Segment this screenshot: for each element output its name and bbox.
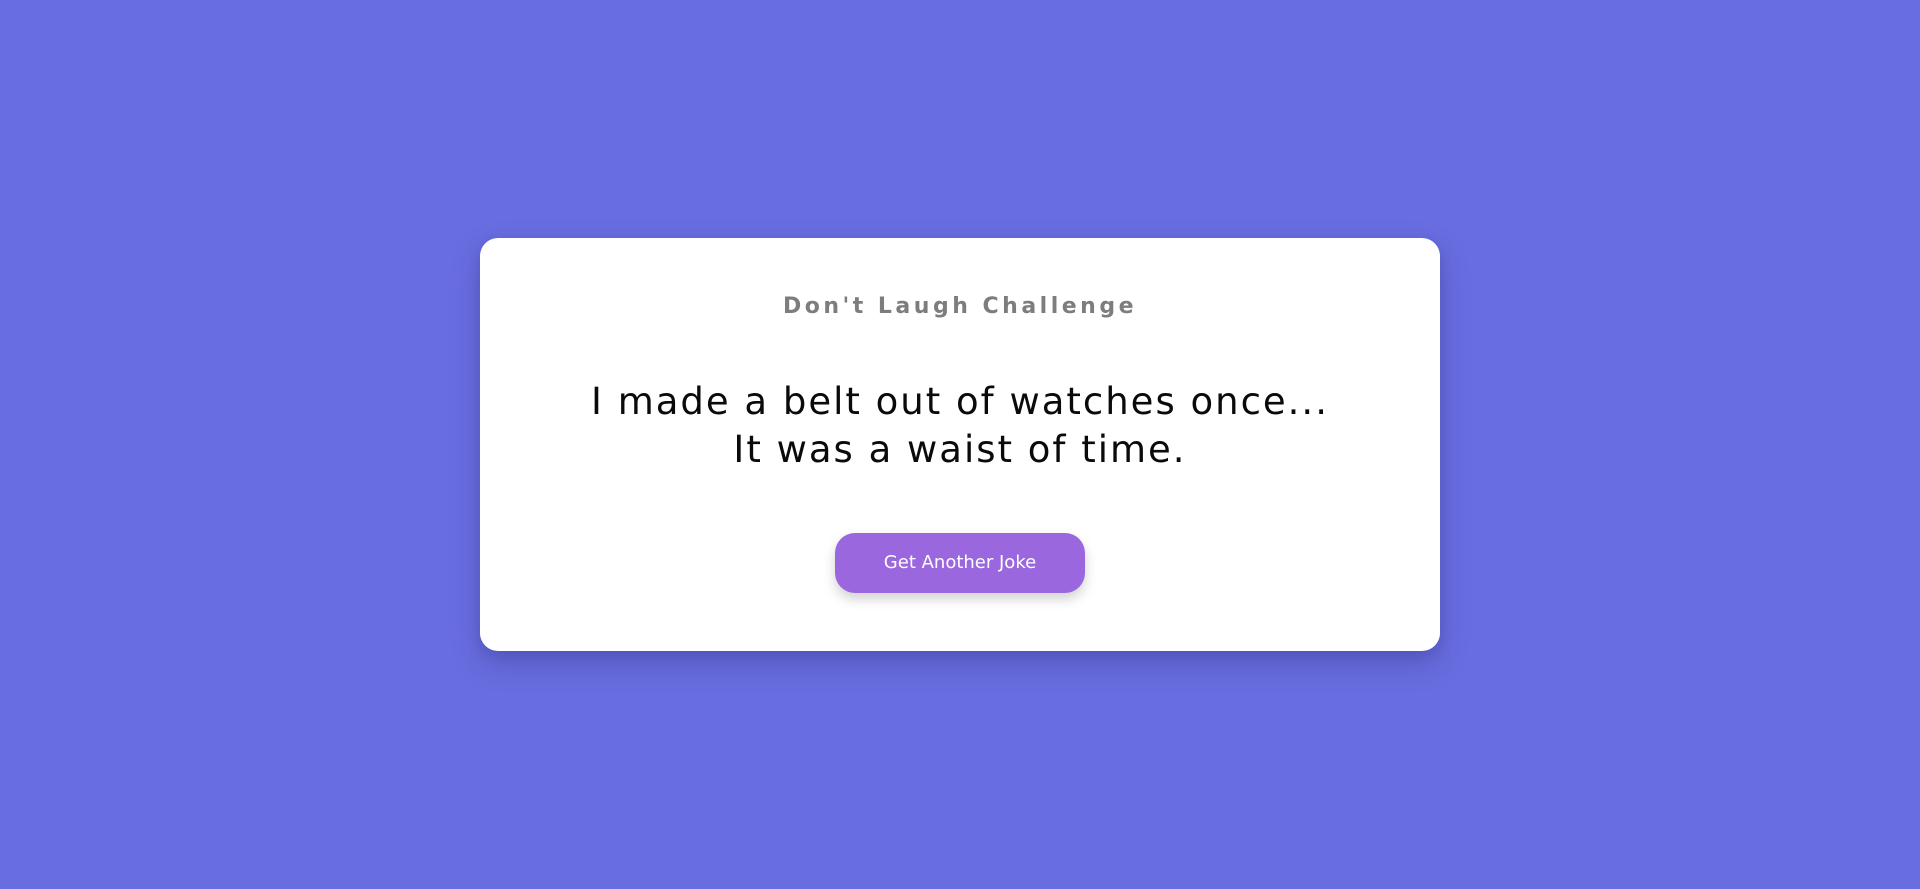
card-title: Don't Laugh Challenge bbox=[782, 294, 1138, 319]
joke-card: Don't Laugh Challenge I made a belt out … bbox=[480, 238, 1440, 651]
joke-text: I made a belt out of watches once... It … bbox=[591, 380, 1329, 471]
get-another-joke-button[interactable]: Get Another Joke bbox=[835, 533, 1085, 593]
page-background: { "app": { "title": "Don't Laugh Challen… bbox=[0, 0, 1920, 889]
